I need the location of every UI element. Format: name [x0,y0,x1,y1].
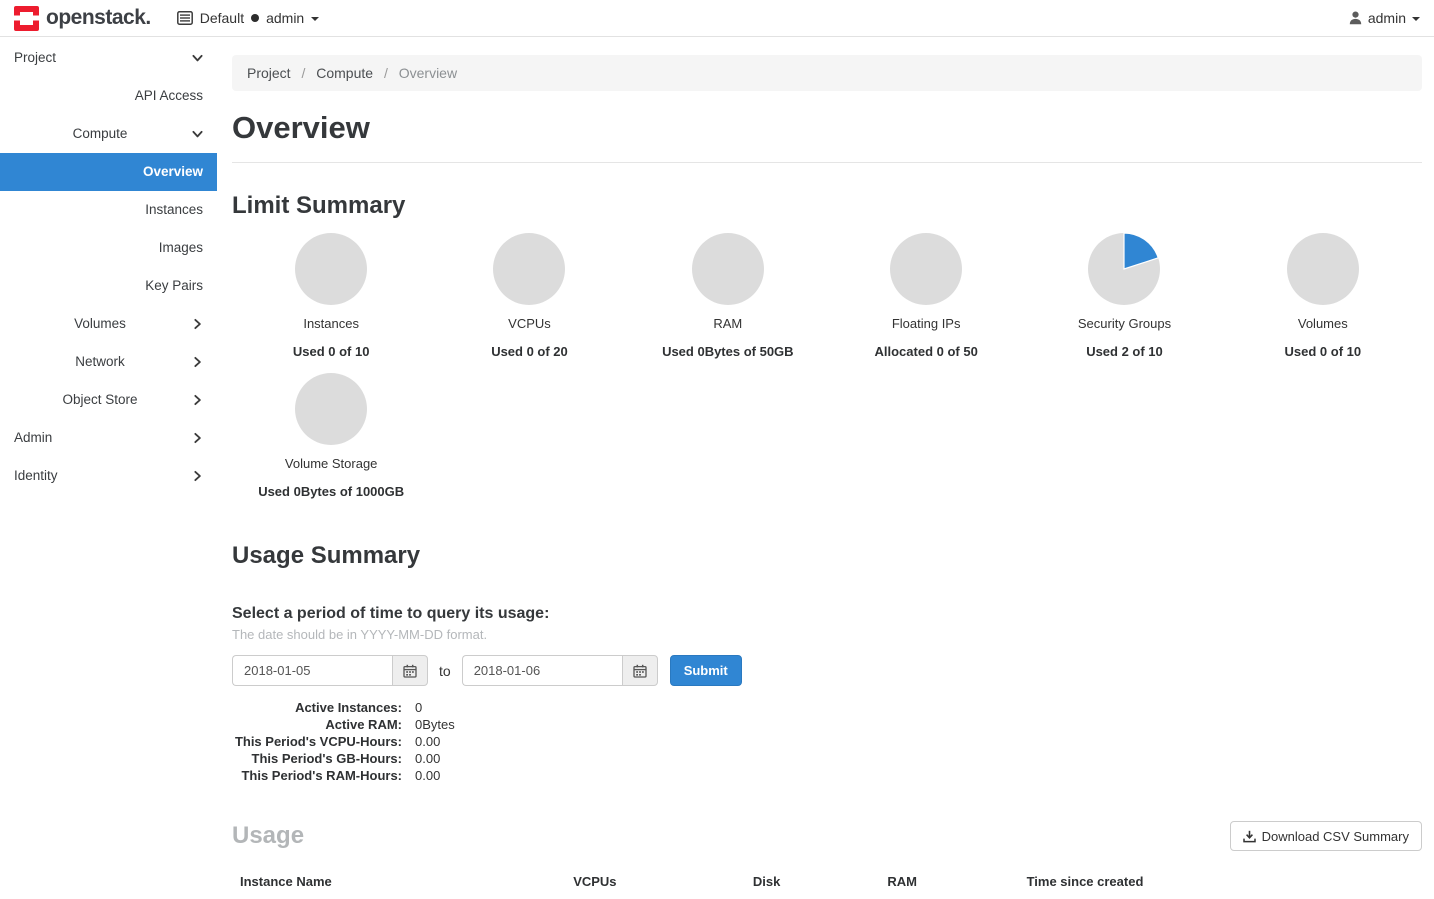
chevron-right-icon [191,470,204,483]
sidebar-item-overview[interactable]: Overview [0,153,217,191]
usage-summary-heading: Usage Summary [232,542,1422,570]
title-divider [232,162,1422,163]
breadcrumb: Project / Compute / Overview [232,55,1422,91]
context-project: admin [266,10,304,26]
usage-stats: Active Instances: 0 Active RAM: 0Bytes T… [232,699,1422,784]
top-navbar: openstack. Default admin admin [0,0,1434,37]
limit-item-security-groups: Security Groups Used 2 of 10 [1025,233,1223,359]
sidebar-item-key-pairs[interactable]: Key Pairs [0,267,217,305]
limit-item-floating-ips: Floating IPs Allocated 0 of 50 [827,233,1025,359]
sidebar-item-admin[interactable]: Admin [0,419,217,457]
context-domain: Default [200,10,244,26]
date-to-calendar-button[interactable] [622,655,658,686]
sidebar-item-images[interactable]: Images [0,229,217,267]
date-from-input[interactable] [232,655,392,686]
sidebar-item-network[interactable]: Network [0,343,217,381]
stat-active-instances: Active Instances: 0 [232,699,1422,716]
col-time-since-created[interactable]: Time since created [1019,866,1422,899]
calendar-icon [403,664,417,678]
limit-item-volumes: Volumes Used 0 of 10 [1224,233,1422,359]
sidebar-item-volumes[interactable]: Volumes [0,305,217,343]
usage-heading: Usage [232,822,304,850]
breadcrumb-compute[interactable]: Compute [316,65,373,81]
date-to-input[interactable] [462,655,622,686]
user-menu-label: admin [1368,10,1406,26]
limit-item-volume-storage: Volume Storage Used 0Bytes of 1000GB [232,373,430,499]
usage-date-form: to Submit [232,655,1422,686]
brand-text: openstack. [46,6,151,30]
limit-item-vcpus: VCPUs Used 0 of 20 [430,233,628,359]
chevron-right-icon [191,318,204,331]
context-separator-dot [251,14,259,22]
sidebar-item-compute[interactable]: Compute [0,115,217,153]
openstack-brand[interactable]: openstack. [14,6,151,31]
usage-table-header-bar: Usage Download CSV Summary [232,821,1422,851]
date-from-calendar-button[interactable] [392,655,428,686]
main-content: Project / Compute / Overview Overview Li… [217,37,1434,899]
list-alt-icon [177,11,193,25]
volume-storage-pie-chart [295,373,367,445]
usage-period-prompt: Select a period of time to query its usa… [232,605,1422,623]
user-menu[interactable]: admin [1349,10,1420,26]
to-label: to [439,663,451,679]
sidebar-item-identity[interactable]: Identity [0,457,217,495]
usage-table: Instance Name VCPUs Disk RAM Time since … [232,866,1422,899]
chevron-down-icon [191,52,204,65]
submit-button[interactable]: Submit [670,655,742,686]
sidebar-item-object-store[interactable]: Object Store [0,381,217,419]
chevron-right-icon [191,394,204,407]
stat-vcpu-hours: This Period's VCPU-Hours: 0.00 [232,733,1422,750]
date-format-hint: The date should be in YYYY-MM-DD format. [232,627,1422,642]
download-icon [1243,830,1256,843]
sidebar-item-api-access[interactable]: API Access [0,77,217,115]
calendar-icon [633,664,647,678]
col-instance-name[interactable]: Instance Name [232,866,565,899]
stat-ram-hours: This Period's RAM-Hours: 0.00 [232,767,1422,784]
page-title: Overview [232,110,1422,146]
limit-summary-row-2: Volume Storage Used 0Bytes of 1000GB [232,373,1422,499]
vcpus-pie-chart [493,233,565,305]
chevron-down-icon [191,128,204,141]
limit-item-instances: Instances Used 0 of 10 [232,233,430,359]
limit-summary-heading: Limit Summary [232,192,1422,220]
instances-pie-chart [295,233,367,305]
download-csv-label: Download CSV Summary [1262,829,1409,844]
chevron-right-icon [191,356,204,369]
breadcrumb-active: Overview [399,65,457,81]
stat-gb-hours: This Period's GB-Hours: 0.00 [232,750,1422,767]
user-icon [1349,11,1362,25]
caret-down-icon [1412,17,1420,21]
col-ram[interactable]: RAM [879,866,1018,899]
col-vcpus[interactable]: VCPUs [565,866,745,899]
floating-ips-pie-chart [890,233,962,305]
breadcrumb-project[interactable]: Project [247,65,291,81]
caret-down-icon [311,17,319,21]
sidebar-item-project[interactable]: Project [0,39,217,77]
col-disk[interactable]: Disk [745,866,879,899]
chevron-right-icon [191,432,204,445]
openstack-logo-icon [14,6,39,31]
download-csv-button[interactable]: Download CSV Summary [1230,821,1422,851]
volumes-pie-chart [1287,233,1359,305]
sidebar-item-instances[interactable]: Instances [0,191,217,229]
limit-item-ram: RAM Used 0Bytes of 50GB [629,233,827,359]
limit-summary-row-1: Instances Used 0 of 10 VCPUs Used 0 of 2… [232,233,1422,359]
sidebar-nav: Project API Access Compute Overview Inst… [0,37,217,899]
ram-pie-chart [692,233,764,305]
domain-project-switcher[interactable]: Default admin [177,10,320,26]
stat-active-ram: Active RAM: 0Bytes [232,716,1422,733]
security-groups-pie-chart [1088,233,1160,305]
